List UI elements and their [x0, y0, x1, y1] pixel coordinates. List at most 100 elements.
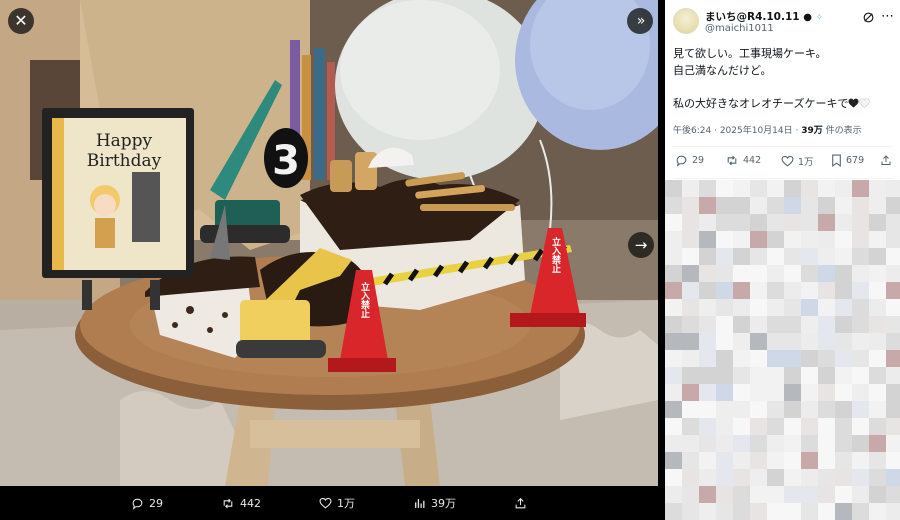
mosaic-cell: [767, 435, 784, 452]
mosaic-cell: [733, 503, 750, 520]
mosaic-cell: [869, 333, 886, 350]
bookmark-icon: [832, 154, 841, 167]
mosaic-cell: [801, 401, 818, 418]
mosaic-cell: [716, 282, 733, 299]
mosaic-cell: [852, 384, 869, 401]
mosaic-cell: [750, 180, 767, 197]
mosaic-cell: [835, 401, 852, 418]
chart-icon: [415, 498, 425, 508]
mosaic-cell: [869, 435, 886, 452]
mosaic-cell: [784, 248, 801, 265]
mosaic-cell: [886, 316, 900, 333]
mosaic-cell: [818, 316, 835, 333]
mosaic-cell: [852, 469, 869, 486]
mosaic-cell: [784, 452, 801, 469]
mosaic-cell: [852, 367, 869, 384]
mosaic-cell: [716, 248, 733, 265]
media-reply-button[interactable]: 29: [131, 497, 163, 510]
mosaic-cell: [835, 248, 852, 265]
next-image-button[interactable]: →: [628, 232, 654, 258]
mosaic-cell: [818, 197, 835, 214]
avatar[interactable]: [673, 8, 699, 34]
tweet-views: 39万: [801, 126, 823, 136]
mosaic-cell: [699, 367, 716, 384]
mosaic-cell: [699, 180, 716, 197]
mosaic-cell: [869, 401, 886, 418]
tweet-meta: 午後6:24 · 2025年10月14日 · 39万 件の表示: [673, 123, 862, 136]
mosaic-cell: [767, 503, 784, 520]
mosaic-cell: [699, 214, 716, 231]
mosaic-cell: [886, 299, 900, 316]
mosaic-cell: [852, 452, 869, 469]
tweet-text: 見て欲しい。工事現場ケーキ。 自己満なんだけど。 私の大好きなオレオチーズケーキ…: [673, 46, 895, 112]
mosaic-cell: [665, 248, 682, 265]
tweet-line-1: 見て欲しい。工事現場ケーキ。: [673, 47, 827, 60]
mosaic-cell: [784, 367, 801, 384]
mosaic-cell: [784, 214, 801, 231]
mosaic-cell: [665, 180, 682, 197]
like-button[interactable]: 1万: [781, 154, 814, 168]
mosaic-cell: [682, 503, 699, 520]
media-share-button[interactable]: [514, 497, 527, 510]
tweet-author: まいち@R4.10.11 ● ✧ @maichi1011 ⋯: [673, 8, 895, 38]
media-repost-button[interactable]: 442: [221, 497, 261, 510]
mosaic-cell: [682, 248, 699, 265]
mosaic-cell: [716, 180, 733, 197]
mosaic-cell: [801, 333, 818, 350]
more-options-icon[interactable]: ⋯: [881, 9, 894, 24]
media-like-button[interactable]: 1万: [319, 495, 355, 511]
share-button[interactable]: [880, 154, 892, 167]
mosaic-cell: [886, 435, 900, 452]
mosaic-cell: [665, 469, 682, 486]
mosaic-cell: [835, 418, 852, 435]
grok-icon[interactable]: [862, 11, 875, 24]
reply-button[interactable]: 29: [675, 154, 704, 167]
bookmark-button[interactable]: 679: [831, 154, 864, 167]
repost-button[interactable]: 442: [725, 154, 761, 167]
mosaic-cell: [767, 384, 784, 401]
tweet-panel: まいち@R4.10.11 ● ✧ @maichi1011 ⋯ 見て欲しい。工事現…: [665, 0, 900, 520]
baby-emoji-icon: ●: [803, 12, 812, 23]
tweet-date[interactable]: 2025年10月14日: [720, 126, 793, 136]
mosaic-cell: [716, 418, 733, 435]
mosaic-cell: [886, 469, 900, 486]
mosaic-cell: [886, 384, 900, 401]
mosaic-cell: [886, 214, 900, 231]
mosaic-cell: [784, 486, 801, 503]
mosaic-cell: [835, 435, 852, 452]
cone-label-front: 立入禁止: [359, 281, 371, 318]
mosaic-cell: [784, 265, 801, 282]
mosaic-cell: [767, 197, 784, 214]
mosaic-cell: [699, 452, 716, 469]
mosaic-cell: [869, 248, 886, 265]
mosaic-cell: [852, 418, 869, 435]
mosaic-cell: [835, 316, 852, 333]
mosaic-cell: [886, 401, 900, 418]
mosaic-cell: [699, 350, 716, 367]
mosaic-cell: [767, 469, 784, 486]
collapse-panel-button[interactable]: »: [627, 8, 653, 34]
mosaic-cell: [716, 231, 733, 248]
mosaic-cell: [733, 435, 750, 452]
tweet-time[interactable]: 午後6:24: [673, 126, 711, 136]
mosaic-cell: [767, 248, 784, 265]
cone-label-back: 立入禁止: [550, 236, 562, 273]
display-name[interactable]: まいち@R4.10.11 ● ✧: [705, 9, 823, 24]
mosaic-cell: [886, 231, 900, 248]
sign-line1: Happy: [96, 131, 153, 151]
mosaic-cell: [852, 197, 869, 214]
mosaic-cell: [716, 435, 733, 452]
mosaic-cell: [869, 265, 886, 282]
divider: [673, 146, 893, 147]
handle[interactable]: @maichi1011: [705, 23, 774, 34]
photo-illustration: Happy Birthday 3 立入禁止 立入禁止: [0, 0, 658, 486]
like-count: 1万: [798, 157, 814, 168]
close-viewer-button[interactable]: ✕: [8, 8, 34, 34]
media-views-button[interactable]: 39万: [413, 495, 456, 511]
mosaic-cell: [733, 469, 750, 486]
mosaic-cell: [784, 333, 801, 350]
mosaic-cell: [750, 197, 767, 214]
mosaic-cell: [835, 214, 852, 231]
chevron-double-right-icon: »: [636, 13, 645, 29]
mosaic-cell: [835, 282, 852, 299]
